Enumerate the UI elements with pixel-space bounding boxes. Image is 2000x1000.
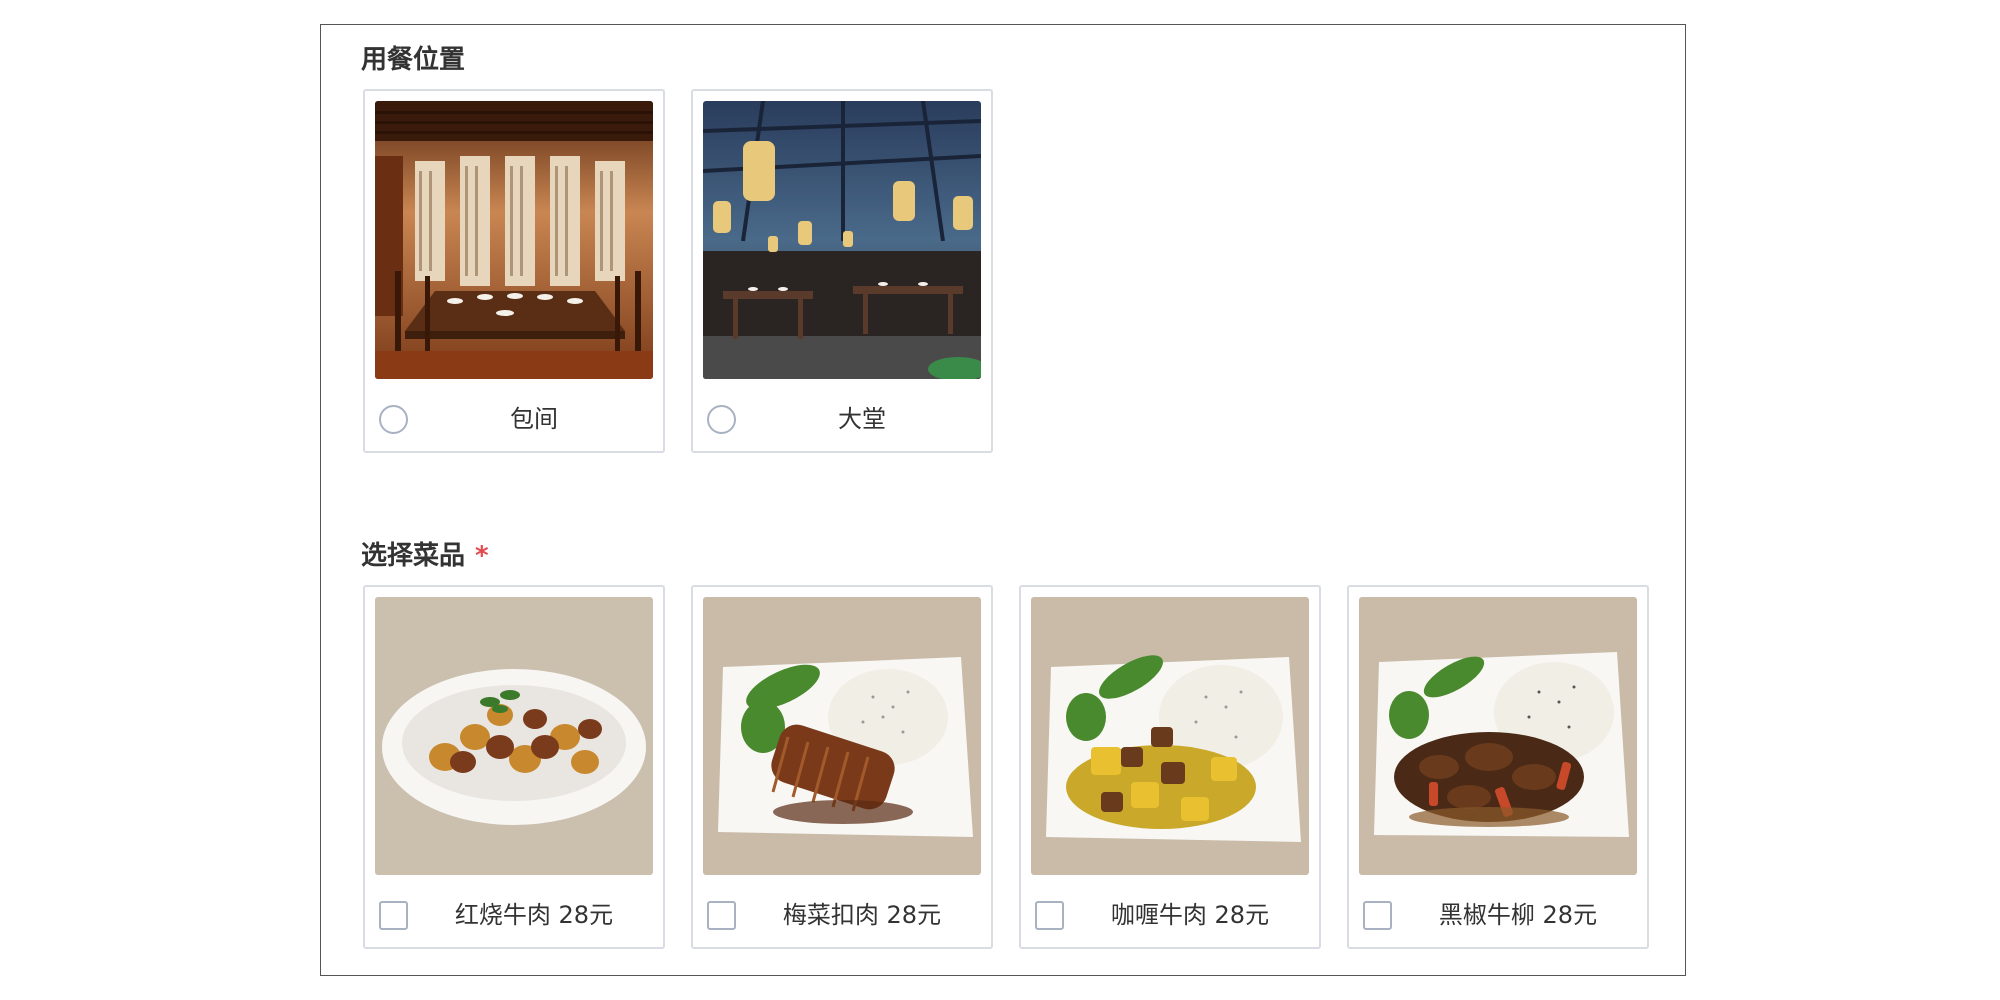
braised-beef-image <box>375 597 653 875</box>
braised-beef-checkbox[interactable] <box>379 901 408 930</box>
dish-option-braised-beef[interactable]: 红烧牛肉 28元 <box>363 585 665 949</box>
private-room-image <box>375 101 653 379</box>
main-hall-radio[interactable] <box>707 405 736 434</box>
dining-option-private-room[interactable]: 包间 <box>363 89 665 453</box>
curry-beef-label: 咖喱牛肉 28元 <box>1110 901 1270 929</box>
required-marker: * <box>475 541 489 571</box>
preserved-pork-image <box>703 597 981 875</box>
dish-select-title: 选择菜品 * <box>361 539 489 573</box>
private-room-label: 包间 <box>510 405 558 433</box>
dish-option-curry-beef[interactable]: 咖喱牛肉 28元 <box>1019 585 1321 949</box>
private-room-radio[interactable] <box>379 405 408 434</box>
black-pepper-beef-label: 黑椒牛柳 28元 <box>1438 901 1598 929</box>
dish-select-title-text: 选择菜品 <box>361 541 466 571</box>
braised-beef-label: 红烧牛肉 28元 <box>454 901 614 929</box>
curry-beef-image <box>1031 597 1309 875</box>
form-panel: 用餐位置 包间 大堂 选择菜品 * 红烧牛肉 28元 梅菜扣肉 28元 咖喱牛肉… <box>320 24 1686 976</box>
black-pepper-beef-image <box>1359 597 1637 875</box>
preserved-pork-label: 梅菜扣肉 28元 <box>782 901 942 929</box>
dining-option-main-hall[interactable]: 大堂 <box>691 89 993 453</box>
dining-location-title: 用餐位置 <box>361 45 466 75</box>
dish-option-black-pepper-beef[interactable]: 黑椒牛柳 28元 <box>1347 585 1649 949</box>
curry-beef-checkbox[interactable] <box>1035 901 1064 930</box>
main-hall-label: 大堂 <box>838 405 886 433</box>
main-hall-image <box>703 101 981 379</box>
preserved-pork-checkbox[interactable] <box>707 901 736 930</box>
black-pepper-beef-checkbox[interactable] <box>1363 901 1392 930</box>
dish-option-preserved-pork[interactable]: 梅菜扣肉 28元 <box>691 585 993 949</box>
